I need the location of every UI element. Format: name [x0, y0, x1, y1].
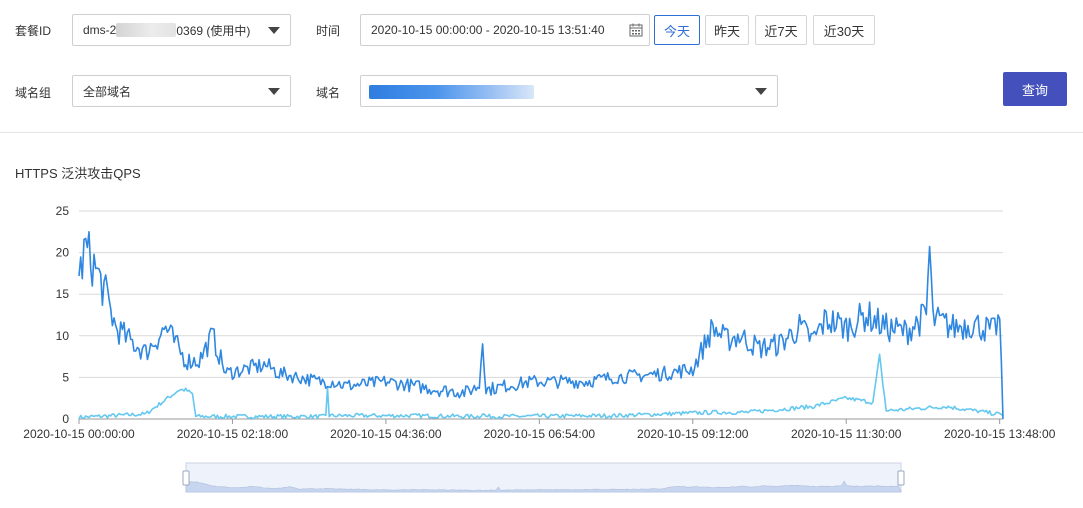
y-tick-label: 15	[56, 287, 70, 301]
x-tick-label: 2020-10-15 04:36:00	[330, 427, 442, 441]
x-tick-label: 2020-10-15 13:48:00	[944, 427, 1056, 441]
y-tick-label: 5	[62, 370, 69, 384]
package-id-label: 套餐ID	[15, 24, 52, 38]
package-id-select[interactable]: dms-2 0369 (使用中)	[72, 14, 291, 46]
x-tick-label: 2020-10-15 00:00:00	[23, 427, 135, 441]
chart-title: HTTPS 泛洪攻击QPS	[15, 166, 141, 181]
chevron-down-icon	[268, 88, 280, 95]
series-line-1	[78, 353, 1004, 420]
chevron-down-icon	[268, 27, 280, 34]
domain-group-label: 域名组	[15, 86, 52, 100]
y-tick-label: 20	[56, 246, 70, 260]
domain-group-value: 全部域名	[83, 84, 132, 99]
y-tick-label: 0	[62, 412, 69, 426]
y-tick-label: 25	[56, 204, 70, 218]
x-tick-label: 2020-10-15 09:12:00	[637, 427, 749, 441]
calendar-icon	[629, 23, 643, 37]
domain-group-select[interactable]: 全部域名	[72, 75, 291, 107]
zoom-handle-icon	[182, 470, 190, 486]
time-range-value: 2020-10-15 00:00:00 - 2020-10-15 13:51:4…	[371, 23, 605, 37]
yesterday-button[interactable]: 昨天	[705, 15, 749, 45]
domain-select[interactable]	[360, 75, 778, 107]
zoom-handle-icon	[897, 470, 905, 486]
x-tick-label: 2020-10-15 11:30:00	[791, 427, 902, 441]
section-divider	[0, 132, 1083, 133]
redacted-package-id	[116, 23, 177, 37]
x-tick-label: 2020-10-15 06:54:00	[484, 427, 596, 441]
time-range-input[interactable]: 2020-10-15 00:00:00 - 2020-10-15 13:51:4…	[360, 14, 650, 46]
redacted-domain	[369, 85, 534, 99]
chevron-down-icon	[755, 88, 767, 95]
domain-label: 域名	[316, 86, 341, 100]
package-id-value-prefix: dms-2	[83, 23, 117, 37]
query-button[interactable]: 查询	[1003, 72, 1067, 106]
package-id-value-suffix: 0369 (使用中)	[176, 23, 251, 38]
last-30-days-button[interactable]: 近30天	[813, 15, 875, 45]
today-button[interactable]: 今天	[654, 15, 700, 45]
series-line-0	[78, 231, 1004, 420]
time-label: 时间	[316, 24, 341, 38]
y-tick-label: 10	[56, 329, 70, 343]
x-tick-label: 2020-10-15 02:18:00	[177, 427, 289, 441]
qps-line-chart: 0 5 10 15 20 25 2020-10-15 00:00:00 2020-10-15 …	[23, 204, 1056, 493]
last-7-days-button[interactable]: 近7天	[755, 15, 807, 45]
